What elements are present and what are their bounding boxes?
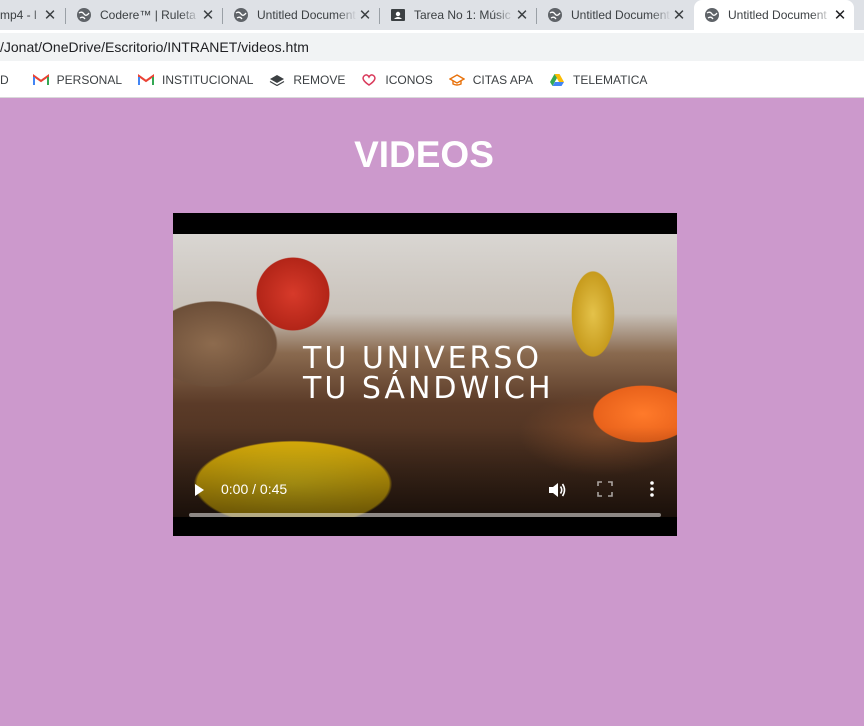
tab-title: Untitled Document bbox=[257, 8, 356, 22]
bookmark-label: PERSONAL bbox=[56, 72, 123, 87]
globe-icon bbox=[233, 7, 249, 23]
tagline-line-1: TU UNIVERSO bbox=[303, 341, 543, 376]
video-frame[interactable]: TU UNIVERSO TU SÁNDWICH 0:00 / 0:45 bbox=[173, 234, 677, 517]
more-options-icon[interactable] bbox=[647, 480, 657, 498]
tab-strip: mp4 - l ✕ Codere™ | Ruleta ✕ Untitled Do… bbox=[0, 0, 864, 30]
video-time: 0:00 / 0:45 bbox=[221, 481, 288, 497]
bookmark-label: ICONOS bbox=[385, 72, 433, 87]
close-icon[interactable]: ✕ bbox=[832, 7, 848, 24]
close-icon[interactable]: ✕ bbox=[514, 7, 530, 24]
globe-icon bbox=[704, 7, 720, 23]
tab-title: Tarea No 1: Músic bbox=[414, 8, 511, 22]
bookmark-d[interactable]: D bbox=[0, 62, 25, 98]
bookmark-label: TELEMATICA bbox=[572, 72, 648, 87]
bookmark-institucional[interactable]: INSTITUCIONAL bbox=[130, 62, 261, 98]
page-title: VIDEOS bbox=[354, 134, 494, 175]
url-input[interactable]: /Jonat/OneDrive/Escritorio/INTRANET/vide… bbox=[0, 33, 864, 61]
bookmark-iconos[interactable]: ICONOS bbox=[353, 62, 440, 98]
bookmark-personal[interactable]: PERSONAL bbox=[25, 62, 130, 98]
tab-2[interactable]: Codere™ | Ruleta ✕ bbox=[66, 2, 222, 28]
bookmark-label: D bbox=[0, 72, 9, 87]
tagline-line-2: TU SÁNDWICH bbox=[303, 371, 554, 406]
google-drive-icon bbox=[549, 72, 565, 88]
tab-title: mp4 - l bbox=[0, 8, 37, 22]
globe-icon bbox=[76, 7, 92, 23]
classroom-icon bbox=[390, 7, 406, 23]
close-icon[interactable]: ✕ bbox=[357, 7, 373, 24]
video-controls: 0:00 / 0:45 bbox=[173, 476, 677, 517]
gmail-icon bbox=[138, 72, 155, 88]
tab-title: Untitled Document bbox=[571, 8, 670, 22]
close-icon[interactable]: ✕ bbox=[42, 7, 58, 24]
volume-icon[interactable] bbox=[547, 481, 567, 499]
graduation-cap-icon bbox=[448, 72, 465, 88]
address-bar: /Jonat/OneDrive/Escritorio/INTRANET/vide… bbox=[0, 30, 864, 62]
layers-icon bbox=[269, 72, 285, 88]
close-icon[interactable]: ✕ bbox=[671, 7, 687, 24]
bookmark-label: REMOVE bbox=[293, 72, 346, 87]
close-icon[interactable]: ✕ bbox=[200, 7, 216, 24]
bookmarks-bar: D PERSONAL INSTITUCIONAL REMOVE ICONOS C… bbox=[0, 62, 864, 98]
globe-icon bbox=[547, 7, 563, 23]
video-progress-bar[interactable] bbox=[189, 513, 661, 517]
tab-1[interactable]: mp4 - l ✕ bbox=[0, 2, 64, 28]
tab-3[interactable]: Untitled Document ✕ bbox=[223, 2, 379, 28]
url-text: /Jonat/OneDrive/Escritorio/INTRANET/vide… bbox=[0, 39, 309, 55]
tab-title: Untitled Document bbox=[728, 8, 827, 22]
heart-icon bbox=[361, 72, 377, 88]
tab-title: Codere™ | Ruleta bbox=[100, 8, 196, 22]
tab-6-active[interactable]: Untitled Document ✕ bbox=[694, 0, 854, 30]
play-icon[interactable] bbox=[191, 482, 207, 498]
fullscreen-icon[interactable] bbox=[597, 481, 613, 497]
bookmark-citas-apa[interactable]: CITAS APA bbox=[441, 62, 541, 98]
bookmark-label: CITAS APA bbox=[472, 72, 533, 87]
gmail-icon bbox=[32, 72, 49, 88]
tab-5[interactable]: Untitled Document ✕ bbox=[537, 2, 693, 28]
video-player[interactable]: TU UNIVERSO TU SÁNDWICH 0:00 / 0:45 bbox=[173, 213, 677, 536]
bookmark-telematica[interactable]: TELEMATICA bbox=[541, 62, 655, 98]
tab-4[interactable]: Tarea No 1: Músic ✕ bbox=[380, 2, 536, 28]
bookmark-label: INSTITUCIONAL bbox=[162, 72, 254, 87]
video-tagline: TU UNIVERSO TU SÁNDWICH bbox=[303, 344, 554, 404]
bookmark-remove[interactable]: REMOVE bbox=[261, 62, 353, 98]
